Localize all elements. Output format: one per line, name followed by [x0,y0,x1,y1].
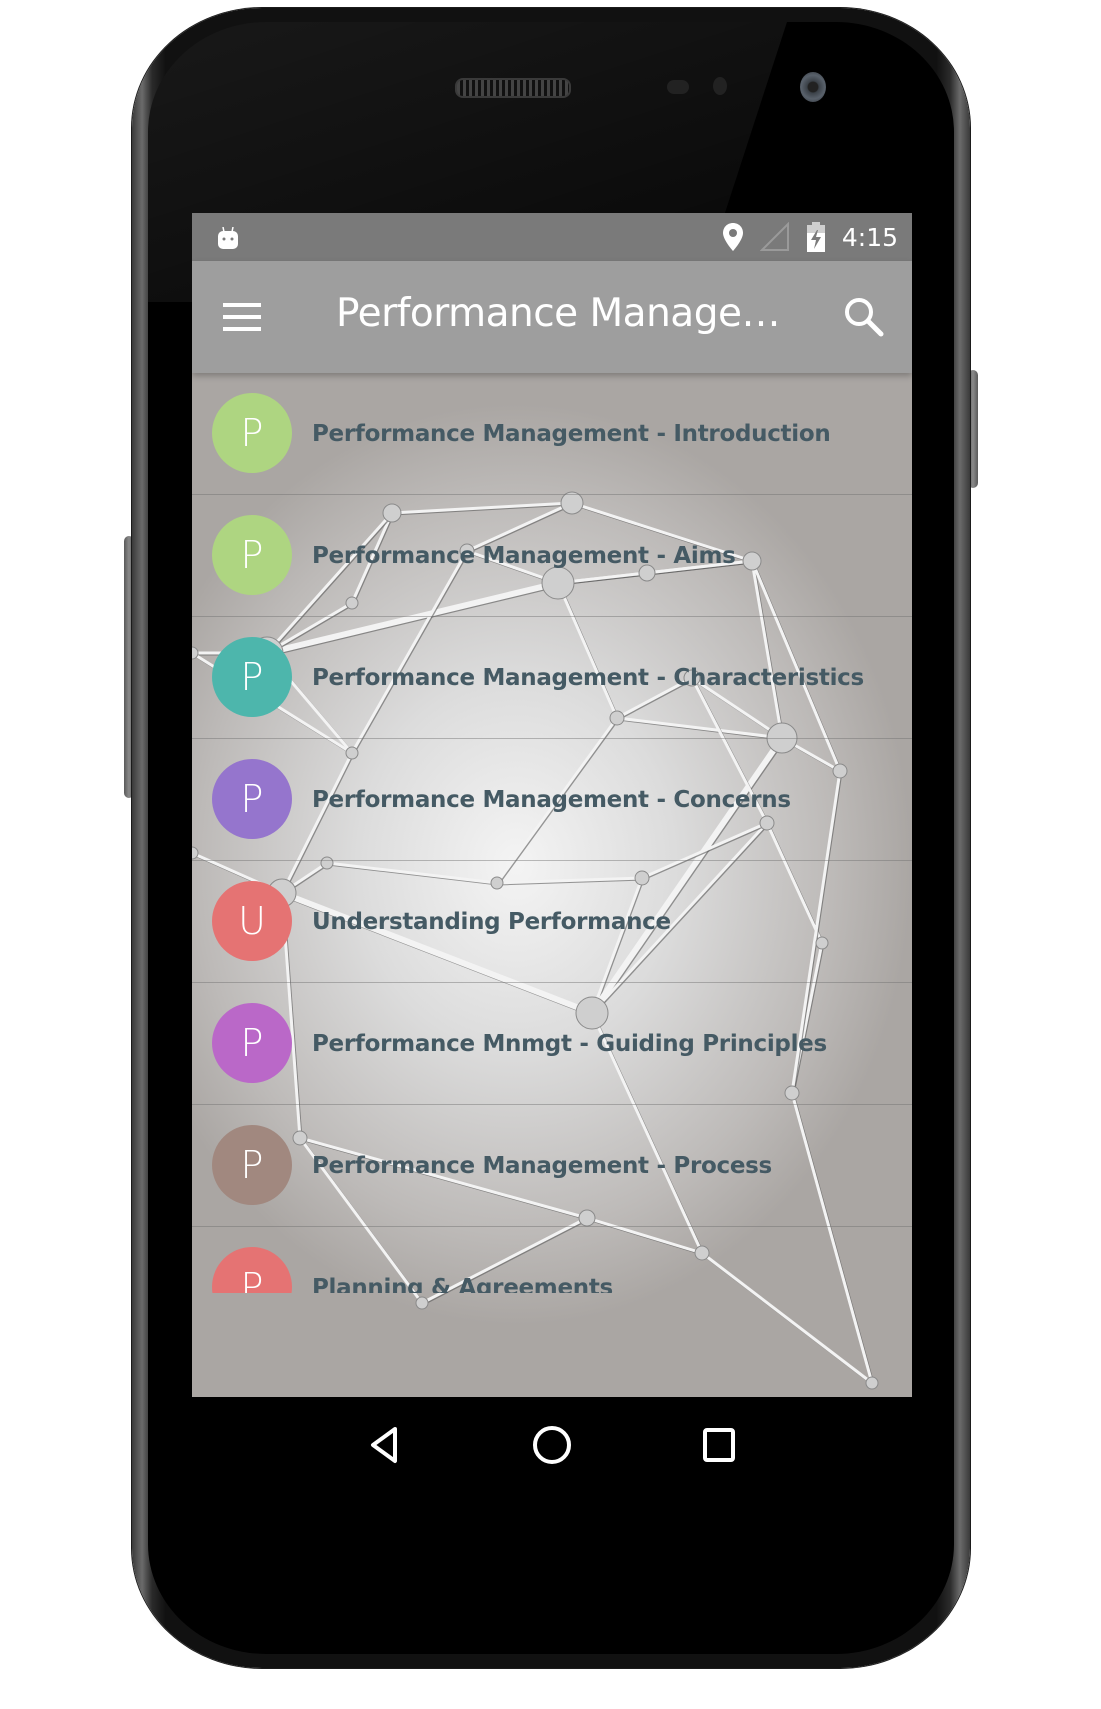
proximity-sensor [667,80,689,94]
list-item-label: Planning & Agreements [312,1274,613,1294]
list-item[interactable]: U Understanding Performance [192,861,912,983]
avatar: P [212,515,292,595]
list-item-label: Performance Mnmgt - Guiding Principles [312,1030,827,1057]
hamburger-menu-icon[interactable] [212,287,272,347]
network-node [415,1296,429,1310]
search-icon[interactable] [836,289,892,345]
signal-icon [759,222,789,251]
status-bar: 4:15 [192,213,912,261]
avatar: P [212,393,292,473]
list-item[interactable]: P Performance Management - Concerns [192,739,912,861]
list-item[interactable]: P Performance Management - Process [192,1105,912,1227]
battery-charging-icon [806,222,825,252]
status-time: 4:15 [841,222,898,252]
list-item[interactable]: P Performance Management - Introduction [192,373,912,495]
content-area: P Performance Management - Introduction … [192,373,912,1397]
avatar: P [212,1003,292,1083]
list-item[interactable]: P Performance Management - Aims [192,495,912,617]
list-item-label: Performance Management - Concerns [312,786,791,813]
list-item-label: Performance Management - Characteristics [312,664,864,691]
list-item[interactable]: P Planning & Agreements [192,1227,912,1293]
list-item[interactable]: P Performance Mnmgt - Guiding Principles [192,983,912,1105]
back-icon[interactable] [355,1415,415,1475]
app-toolbar: Performance Management [192,261,912,373]
home-icon[interactable] [522,1415,582,1475]
android-debug-icon [218,227,238,249]
network-node [865,1376,879,1390]
avatar: P [212,1125,292,1205]
avatar: P [212,1247,292,1293]
avatar: U [212,881,292,961]
light-sensor [713,77,727,95]
list-item-label: Performance Management - Process [312,1152,772,1179]
topic-list[interactable]: P Performance Management - Introduction … [192,373,912,1293]
system-nav-bar [192,1397,912,1493]
avatar: P [212,759,292,839]
list-item-label: Understanding Performance [312,908,671,935]
phone-screen: 4:15 Performance Management P Performanc… [192,213,912,1493]
list-item[interactable]: P Performance Management - Characteristi… [192,617,912,739]
page-title: Performance Management [336,291,796,336]
earpiece-speaker [455,78,571,98]
recents-icon[interactable] [689,1415,749,1475]
list-item-label: Performance Management - Introduction [312,420,831,447]
front-camera [800,72,826,102]
location-icon [722,223,743,251]
avatar: P [212,637,292,717]
list-item-label: Performance Management - Aims [312,542,736,569]
